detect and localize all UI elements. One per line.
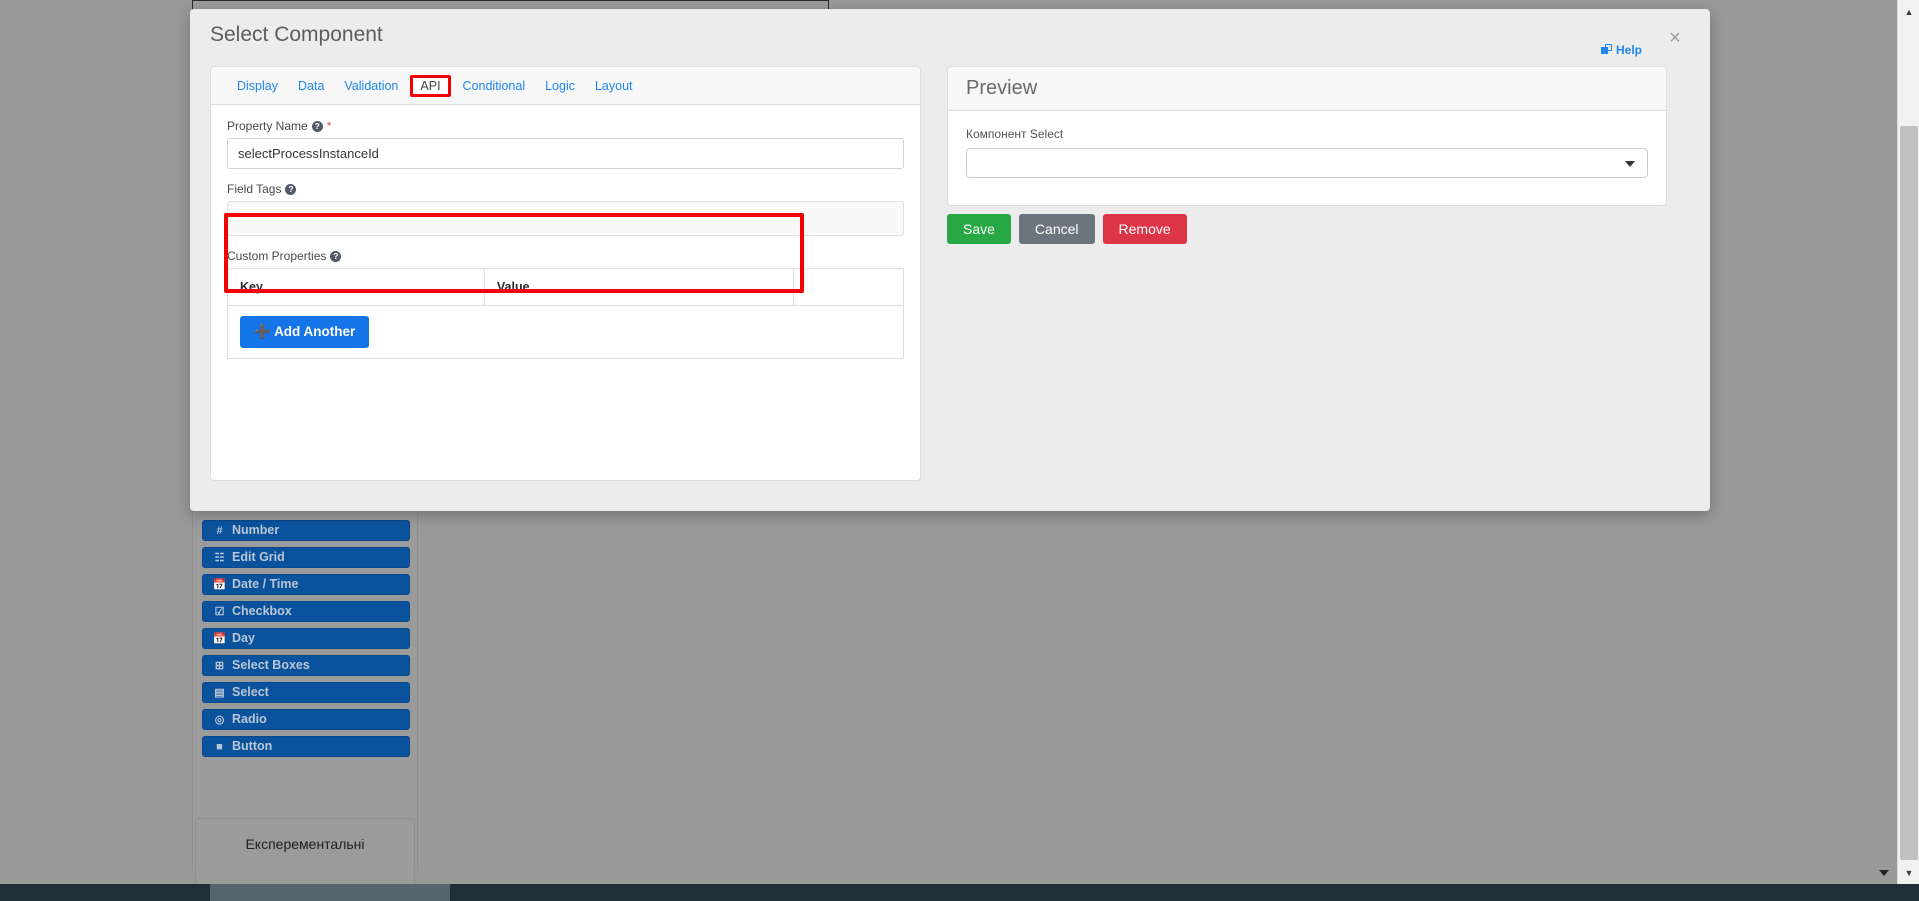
custom-properties-table: Key Value ➕ Add Another [227, 268, 904, 359]
settings-tabs: Display Data Validation API Conditional … [211, 67, 920, 105]
calendar-icon: 📅 [212, 579, 227, 591]
palette-item-day[interactable]: 📅 Day [202, 628, 410, 649]
list-icon: ▤ [214, 687, 225, 699]
palette-item-select[interactable]: ▤ Select [202, 682, 410, 703]
api-tab-panel: Property Name ? * Field Tags ? Custom Pr… [211, 105, 920, 359]
window-restore-icon [1600, 44, 1613, 55]
column-header-actions [793, 268, 904, 306]
table-row: ➕ Add Another [227, 305, 904, 359]
column-header-key: Key [227, 268, 485, 306]
remove-button[interactable]: Remove [1102, 214, 1187, 244]
tab-display[interactable]: Display [227, 75, 288, 97]
plus-icon: ➕ [254, 324, 271, 339]
cancel-button[interactable]: Cancel [1018, 214, 1095, 244]
custom-properties-label: Custom Properties [227, 249, 327, 263]
custom-properties-label-row: Custom Properties ? [227, 249, 904, 263]
tab-logic[interactable]: Logic [535, 75, 585, 97]
palette-item-button[interactable]: ■ Button [202, 736, 410, 757]
grid-icon: ☷ [214, 552, 225, 564]
table-header-row: Key Value [227, 268, 904, 306]
taskbar-item[interactable] [210, 884, 450, 901]
palette-item-label: Number [232, 523, 280, 537]
hash-icon: # [216, 525, 223, 537]
palette-item-edit-grid[interactable]: ☷ Edit Grid [202, 547, 410, 568]
field-tags-input[interactable] [227, 201, 904, 236]
palette-item-number[interactable]: # Number [202, 520, 410, 541]
page-title: Select Component [210, 23, 383, 46]
property-name-input[interactable] [227, 138, 904, 169]
tab-conditional[interactable]: Conditional [453, 75, 536, 97]
tab-layout[interactable]: Layout [585, 75, 643, 97]
calendar-icon: 📅 [212, 633, 227, 645]
add-another-button[interactable]: ➕ Add Another [240, 316, 370, 348]
palette-item-label: Radio [232, 712, 267, 726]
property-name-field-group: Property Name ? * [227, 119, 904, 169]
help-tooltip-icon[interactable]: ? [330, 250, 342, 262]
preview-header: Preview [948, 67, 1666, 111]
field-tags-label-row: Field Tags ? [227, 182, 904, 196]
tab-api[interactable]: API [410, 74, 451, 97]
property-name-label-row: Property Name ? * [227, 119, 904, 133]
palette-item-date-time[interactable]: 📅 Date / Time [202, 574, 410, 595]
palette-item-label: Day [232, 631, 255, 645]
palette-item-label: Date / Time [232, 577, 299, 591]
custom-properties-group: Custom Properties ? Key Value ➕ Add Anot… [227, 249, 904, 359]
add-another-label: Add Another [274, 324, 356, 339]
select-component-modal: Select Component Help × Display Data Val… [190, 9, 1710, 511]
column-header-value: Value [484, 268, 795, 306]
preview-body: Компонент Select [948, 111, 1666, 194]
component-settings-card: Display Data Validation API Conditional … [210, 66, 921, 481]
close-icon[interactable]: × [1664, 27, 1686, 49]
save-button[interactable]: Save [947, 214, 1011, 244]
chevron-down-icon [1879, 870, 1889, 876]
preview-select-dropdown[interactable] [966, 148, 1648, 178]
field-tags-label: Field Tags [227, 182, 282, 196]
square-icon: ■ [216, 741, 223, 753]
preview-title: Preview [966, 77, 1038, 99]
add-another-cell: ➕ Add Another [227, 305, 904, 359]
palette-item-checkbox[interactable]: ☑ Checkbox [202, 601, 410, 622]
preview-card: Preview Компонент Select [947, 66, 1667, 206]
taskbar [0, 870, 1919, 901]
preview-field-label: Компонент Select [966, 127, 1064, 141]
experimental-group-header: Експерементальні [195, 818, 415, 892]
tab-data[interactable]: Data [288, 75, 334, 97]
help-link[interactable]: Help [1600, 43, 1642, 57]
plus-square-icon: ⊞ [214, 660, 225, 672]
palette-item-label: Select [232, 685, 269, 699]
palette-item-label: Select Boxes [232, 658, 310, 672]
required-marker: * [326, 119, 332, 133]
scroll-down-arrow-icon[interactable]: ▼ [1898, 863, 1919, 883]
help-tooltip-icon[interactable]: ? [311, 120, 323, 132]
field-tags-field-group: Field Tags ? [227, 182, 904, 236]
scrollbar-thumb[interactable] [1900, 126, 1918, 860]
help-label: Help [1615, 43, 1642, 57]
chevron-down-icon [1625, 161, 1635, 167]
palette-item-select-boxes[interactable]: ⊞ Select Boxes [202, 655, 410, 676]
tab-validation[interactable]: Validation [334, 75, 408, 97]
palette-item-label: Checkbox [232, 604, 292, 618]
property-name-label: Property Name [227, 119, 308, 133]
vertical-scrollbar[interactable]: ▲ ▼ [1897, 0, 1919, 901]
scroll-up-arrow-icon[interactable]: ▲ [1898, 2, 1919, 22]
radio-icon: ◎ [214, 714, 225, 726]
checkbox-icon: ☑ [214, 606, 225, 618]
help-tooltip-icon[interactable]: ? [285, 183, 297, 195]
palette-item-label: Edit Grid [232, 550, 285, 564]
palette-item-label: Button [232, 739, 273, 753]
modal-action-buttons: Save Cancel Remove [947, 214, 1187, 244]
palette-item-radio[interactable]: ◎ Radio [202, 709, 410, 730]
